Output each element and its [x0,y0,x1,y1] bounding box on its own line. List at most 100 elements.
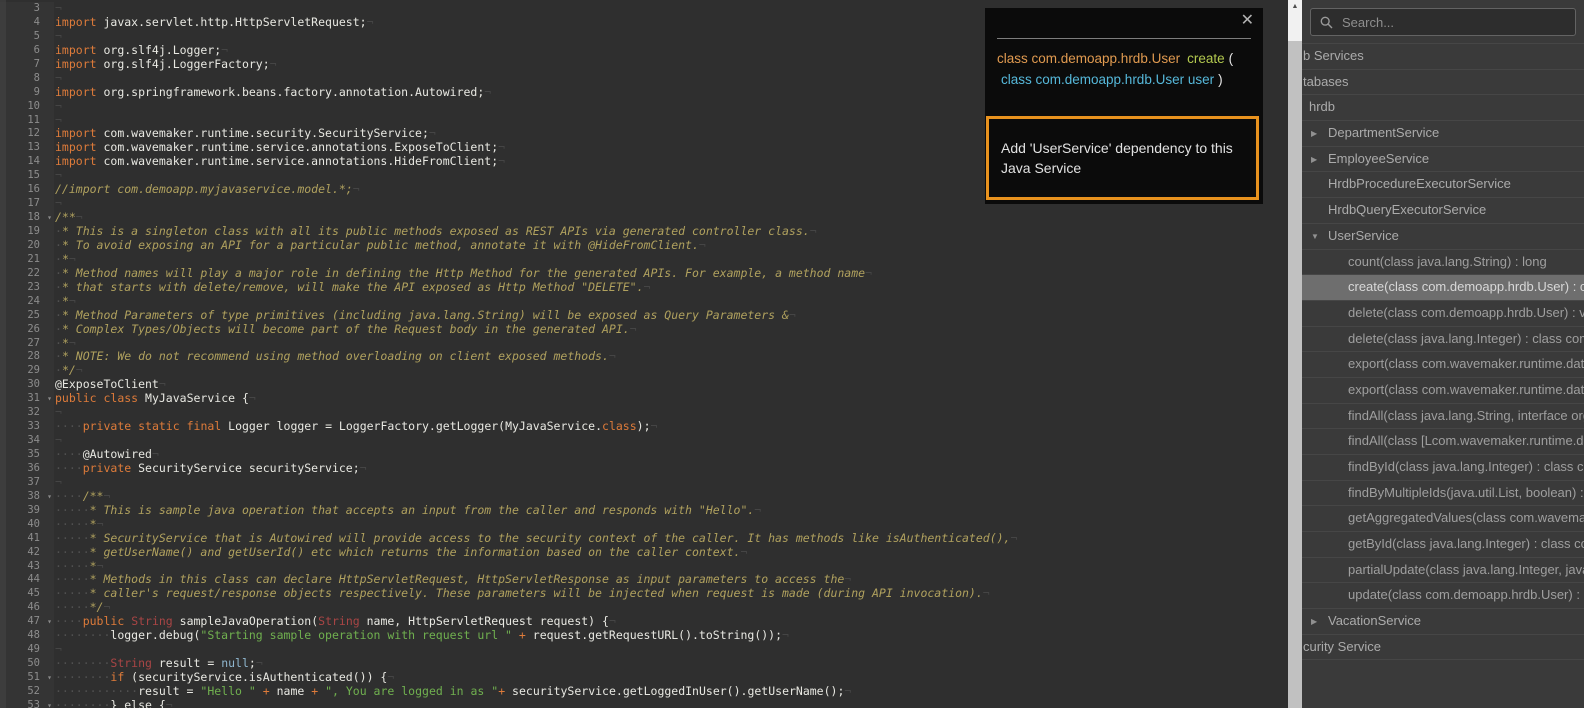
tree-item[interactable]: ▶EmployeeService [1302,146,1584,172]
code-line[interactable]: 47▾····public String sampleJavaOperation… [0,615,1288,629]
line-number: 16 [0,183,54,197]
code-line[interactable]: 51▾········if (securityService.isAuthent… [0,671,1288,685]
vertical-scrollbar[interactable]: ▲ [1288,0,1302,708]
search-input[interactable] [1340,14,1566,31]
scrollbar-thumb[interactable] [1288,41,1302,708]
chevron-right-icon[interactable]: ▶ [1311,121,1317,146]
add-dependency-hint[interactable]: Add 'UserService' dependency to this Jav… [986,116,1259,200]
code-line[interactable]: 53▾········} else {¬ [0,699,1288,708]
code-line[interactable]: 42·····* getUserName() and getUserId() e… [0,546,1288,560]
line-number: 44 [0,573,54,587]
line-number: 47▾ [0,615,54,629]
fold-arrow-icon[interactable]: ▾ [47,672,52,684]
fold-arrow-icon[interactable]: ▾ [47,212,52,224]
code-line[interactable]: 19·* This is a singleton class with all … [0,225,1288,239]
method-item[interactable]: findById(class java.lang.Integer) : clas… [1302,454,1584,480]
scroll-up-arrow-icon[interactable]: ▲ [1288,0,1302,13]
code-line[interactable]: 44·····* Methods in this class can decla… [0,573,1288,587]
tree-item[interactable]: ▶VacationService [1302,608,1584,634]
line-number: 52 [0,685,54,699]
code-line[interactable]: 40·····*¬ [0,518,1288,532]
code-line[interactable]: 22·* Method names will play a major role… [0,267,1288,281]
tree-item-label: EmployeeService [1302,151,1429,166]
method-item[interactable]: count(class java.lang.String) : long [1302,249,1584,275]
line-number: 37 [0,476,54,490]
method-item[interactable]: update(class com.demoapp.hrdb.User) : cl… [1302,582,1584,608]
code-line[interactable]: 33····private static final Logger logger… [0,420,1288,434]
tree-item-label: HrdbProcedureExecutorService [1302,176,1511,191]
method-item[interactable]: findAll(class [Lcom.wavemaker.runtime.da… [1302,428,1584,454]
tree-item[interactable]: hrdb [1302,94,1584,120]
line-number: 21 [0,253,54,267]
tree-item[interactable]: tabases [1302,69,1584,95]
code-line[interactable]: 41·····* SecurityService that is Autowir… [0,532,1288,546]
method-item[interactable]: delete(class java.lang.Integer) : class … [1302,326,1584,352]
code-line[interactable]: 45·····* caller's request/response objec… [0,587,1288,601]
line-number: 30 [0,378,54,392]
search-icon [1320,16,1333,29]
code-line[interactable]: 46·····*/¬ [0,601,1288,615]
fold-arrow-icon[interactable]: ▾ [47,393,52,405]
method-item[interactable]: export(class com.wavemaker.runtime.data.… [1302,351,1584,377]
fold-arrow-icon[interactable]: ▾ [47,616,52,628]
code-line[interactable]: 31▾public class MyJavaService {¬ [0,392,1288,406]
method-item[interactable]: getAggregatedValues(class com.wavemaker [1302,505,1584,531]
line-number: 34 [0,434,54,448]
code-line[interactable]: 25·* Method Parameters of type primitive… [0,309,1288,323]
tree-item[interactable]: b Services [1302,43,1584,69]
method-item[interactable]: findByMultipleIds(java.util.List, boolea… [1302,480,1584,506]
method-item[interactable]: findAll(class java.lang.String, interfac… [1302,403,1584,429]
code-line[interactable]: 32¬ [0,406,1288,420]
method-item[interactable]: getById(class java.lang.Integer) : class… [1302,531,1584,557]
tree-item[interactable]: curity Service [1302,634,1584,660]
code-line[interactable]: 27·*¬ [0,337,1288,351]
code-line[interactable]: 29·*/¬ [0,364,1288,378]
tree-item[interactable]: ▶DepartmentService [1302,120,1584,146]
code-line[interactable]: 21·*¬ [0,253,1288,267]
tree-item[interactable]: HrdbQueryExecutorService [1302,197,1584,223]
code-line[interactable]: 50········String result = null;¬ [0,657,1288,671]
chevron-right-icon[interactable]: ▶ [1311,609,1317,634]
code-line[interactable]: 39·····* This is sample java operation t… [0,504,1288,518]
code-line[interactable]: 18▾/**¬ [0,211,1288,225]
chevron-down-icon[interactable]: ▼ [1311,224,1319,249]
close-icon[interactable]: ✕ [1241,13,1254,29]
code-line[interactable]: 48········logger.debug("Starting sample … [0,629,1288,643]
services-tree: b Servicestabaseshrdb▶DepartmentService▶… [1302,43,1584,660]
code-line[interactable]: 43·····*¬ [0,560,1288,574]
line-number: 13 [0,141,54,155]
line-number: 41 [0,532,54,546]
code-text: ¬ [54,476,62,490]
line-number: 15 [0,169,54,183]
signature-close-paren: ) [1218,72,1223,87]
code-line[interactable]: 23·* that starts with delete/remove, wil… [0,281,1288,295]
code-line[interactable]: 28·* NOTE: We do not recommend using met… [0,350,1288,364]
code-line[interactable]: 24·*¬ [0,295,1288,309]
editor-left-edge [0,0,6,708]
code-line[interactable]: 34¬ [0,434,1288,448]
tree-item[interactable]: HrdbProcedureExecutorService [1302,171,1584,197]
fold-arrow-icon[interactable]: ▾ [47,491,52,503]
search-area [1302,0,1584,43]
search-box[interactable] [1310,8,1576,36]
line-number: 40 [0,518,54,532]
chevron-right-icon[interactable]: ▶ [1311,147,1317,172]
fold-arrow-icon[interactable]: ▾ [47,700,52,708]
code-line[interactable]: 36····private SecurityService securitySe… [0,462,1288,476]
code-line[interactable]: 35····@Autowired¬ [0,448,1288,462]
method-item[interactable]: partialUpdate(class java.lang.Integer, j… [1302,557,1584,583]
tree-item[interactable]: ▼UserService [1302,223,1584,249]
code-line[interactable]: 52············result = "Hello " + name +… [0,685,1288,699]
method-item[interactable]: export(class com.wavemaker.runtime.data.… [1302,377,1584,403]
code-line[interactable]: 26·* Complex Types/Objects will become p… [0,323,1288,337]
code-line[interactable]: 30@ExposeToClient¬ [0,378,1288,392]
signature-open-paren: ( [1229,51,1234,66]
code-line[interactable]: 49¬ [0,643,1288,657]
code-line[interactable]: 37¬ [0,476,1288,490]
method-item[interactable]: create(class com.demoapp.hrdb.User) : cl… [1302,274,1584,300]
code-line[interactable]: 38▾····/**¬ [0,490,1288,504]
code-line[interactable]: 20·* To avoid exposing an API for a part… [0,239,1288,253]
method-item[interactable]: delete(class com.demoapp.hrdb.User) : vo… [1302,300,1584,326]
code-text: ¬ [54,2,62,16]
code-text: ····/**¬ [54,490,110,504]
